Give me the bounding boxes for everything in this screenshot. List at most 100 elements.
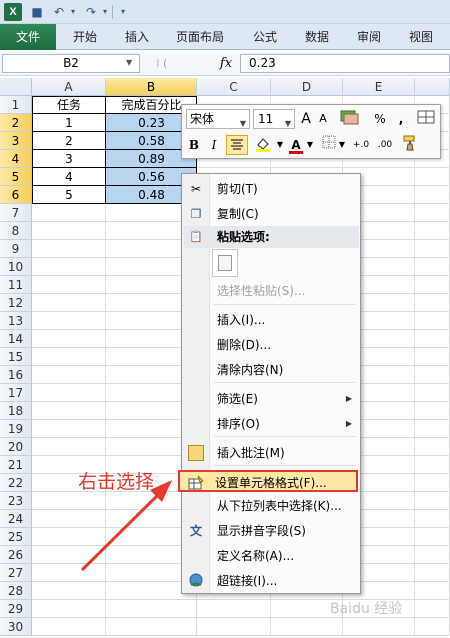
- chevron-down-icon[interactable]: ▼: [285, 115, 291, 133]
- column-header-b[interactable]: B: [106, 78, 197, 96]
- grid-cell[interactable]: [415, 600, 450, 618]
- row-header[interactable]: 20: [0, 438, 32, 456]
- grid-cell[interactable]: [32, 384, 106, 402]
- row-header[interactable]: 10: [0, 258, 32, 276]
- menu-item-define-name[interactable]: 定义名称(A)...: [184, 545, 359, 567]
- row-header[interactable]: 8: [0, 222, 32, 240]
- row-header[interactable]: 9: [0, 240, 32, 258]
- grid-cell[interactable]: [197, 600, 271, 618]
- cell-a5[interactable]: 4: [32, 168, 106, 186]
- row-header[interactable]: 21: [0, 456, 32, 474]
- formula-bar-resize-handle[interactable]: ⁞ (: [146, 54, 208, 73]
- grid-cell[interactable]: [106, 600, 197, 618]
- grid-cell[interactable]: [32, 366, 106, 384]
- accounting-format-icon[interactable]: [336, 109, 364, 129]
- tab-file[interactable]: 文件: [0, 24, 56, 50]
- tab-page-layout[interactable]: 页面布局: [168, 24, 232, 50]
- grid-cell[interactable]: [415, 168, 450, 186]
- menu-item-insert[interactable]: 插入(I)...: [184, 309, 359, 331]
- cell-a4[interactable]: 3: [32, 150, 106, 168]
- chevron-down-icon[interactable]: ▼: [126, 58, 132, 67]
- menu-item-format-cells[interactable]: 设置单元格格式(F)...: [178, 470, 358, 492]
- grid-cell[interactable]: [415, 582, 450, 600]
- undo-dropdown-icon[interactable]: ▾: [64, 4, 82, 20]
- grid-cell[interactable]: [415, 186, 450, 204]
- grid-cell[interactable]: [32, 240, 106, 258]
- decrease-decimal-icon[interactable]: .00: [374, 135, 396, 155]
- chevron-down-icon[interactable]: ▼: [240, 115, 246, 133]
- grid-cell[interactable]: [415, 258, 450, 276]
- grid-cell[interactable]: [415, 348, 450, 366]
- row-header[interactable]: 4: [0, 150, 32, 168]
- menu-item-cut[interactable]: ✂ 剪切(T): [184, 178, 359, 200]
- save-icon[interactable]: ■: [28, 4, 46, 20]
- percent-icon[interactable]: %: [372, 109, 388, 129]
- menu-item-delete[interactable]: 删除(D)...: [184, 334, 359, 356]
- menu-item-paste-special[interactable]: 选择性粘贴(S)...: [184, 280, 359, 302]
- italic-button[interactable]: I: [206, 135, 222, 155]
- grid-cell[interactable]: [415, 402, 450, 420]
- row-header[interactable]: 3: [0, 132, 32, 150]
- grid-cell[interactable]: [32, 222, 106, 240]
- paste-button[interactable]: [212, 249, 238, 277]
- cell-a2[interactable]: 1: [32, 114, 106, 132]
- grid-cell[interactable]: [415, 510, 450, 528]
- align-center-button[interactable]: [226, 135, 248, 155]
- column-header-e[interactable]: E: [343, 78, 415, 96]
- row-header[interactable]: 14: [0, 330, 32, 348]
- grid-cell[interactable]: [32, 438, 106, 456]
- fill-color-icon[interactable]: [252, 135, 276, 155]
- grid-cell[interactable]: [32, 600, 106, 618]
- row-header[interactable]: 16: [0, 366, 32, 384]
- grid-cell[interactable]: [415, 474, 450, 492]
- grid-cell[interactable]: [32, 312, 106, 330]
- row-header[interactable]: 26: [0, 546, 32, 564]
- row-header[interactable]: 1: [0, 96, 32, 114]
- row-header[interactable]: 17: [0, 384, 32, 402]
- grid-cell[interactable]: [32, 204, 106, 222]
- grid-cell[interactable]: [415, 366, 450, 384]
- grid-cell[interactable]: [32, 420, 106, 438]
- shrink-font-icon[interactable]: A: [315, 109, 331, 129]
- font-name-select[interactable]: 宋体 ▼: [186, 109, 250, 129]
- grid-cell[interactable]: [415, 294, 450, 312]
- row-header[interactable]: 24: [0, 510, 32, 528]
- column-header-f[interactable]: [415, 78, 450, 96]
- formula-input[interactable]: 0.23: [240, 54, 450, 73]
- cell-a6[interactable]: 5: [32, 186, 106, 204]
- row-header[interactable]: 29: [0, 600, 32, 618]
- row-header[interactable]: 23: [0, 492, 32, 510]
- row-header[interactable]: 13: [0, 312, 32, 330]
- grid-cell[interactable]: [415, 240, 450, 258]
- grid-cell[interactable]: [415, 312, 450, 330]
- grid-cell[interactable]: [415, 384, 450, 402]
- tab-data[interactable]: 数据: [294, 24, 340, 50]
- grid-cell[interactable]: [415, 618, 450, 636]
- grid-cell[interactable]: [415, 546, 450, 564]
- cell-a1[interactable]: 任务: [32, 96, 106, 114]
- grid-cell[interactable]: [106, 618, 197, 636]
- row-header[interactable]: 5: [0, 168, 32, 186]
- cell-a3[interactable]: 2: [32, 132, 106, 150]
- grid-cell[interactable]: [415, 420, 450, 438]
- grid-cell[interactable]: [32, 276, 106, 294]
- format-painter-grid-icon[interactable]: [416, 109, 436, 129]
- tab-insert[interactable]: 插入: [114, 24, 160, 50]
- row-header[interactable]: 12: [0, 294, 32, 312]
- grid-cell[interactable]: [32, 294, 106, 312]
- menu-item-clear-contents[interactable]: 清除内容(N): [184, 359, 359, 381]
- row-header[interactable]: 15: [0, 348, 32, 366]
- row-header[interactable]: 30: [0, 618, 32, 636]
- grid-cell[interactable]: [415, 222, 450, 240]
- grid-cell[interactable]: [32, 258, 106, 276]
- row-header[interactable]: 6: [0, 186, 32, 204]
- row-header[interactable]: 22: [0, 474, 32, 492]
- grid-cell[interactable]: [415, 528, 450, 546]
- row-header[interactable]: 28: [0, 582, 32, 600]
- customize-icon[interactable]: ▾: [114, 4, 132, 20]
- grid-cell[interactable]: [415, 330, 450, 348]
- row-header[interactable]: 19: [0, 420, 32, 438]
- grid-cell[interactable]: [32, 348, 106, 366]
- row-header[interactable]: 25: [0, 528, 32, 546]
- grid-cell[interactable]: [271, 618, 343, 636]
